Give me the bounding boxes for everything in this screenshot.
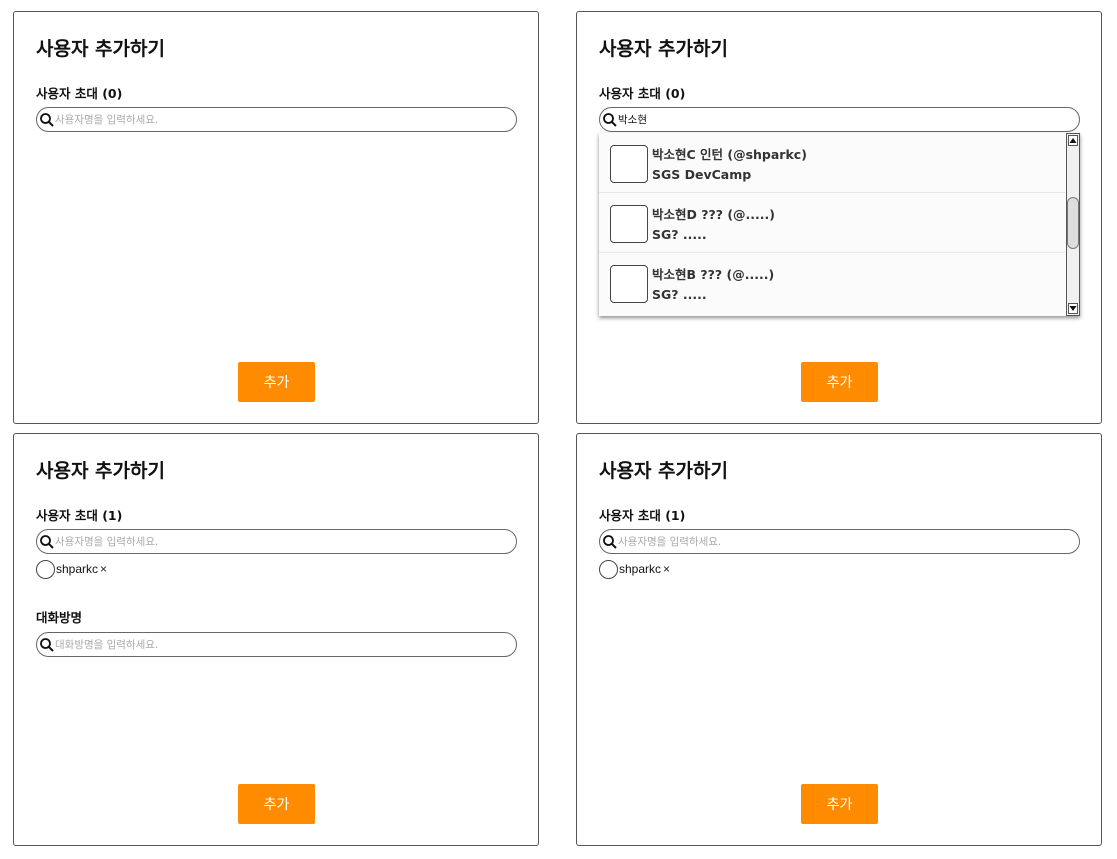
invite-user-label: 사용자 초대 (0) [36,86,123,101]
panel-title: 사용자 추가하기 [599,460,728,482]
selected-user-chip: shparkc × [36,559,107,579]
result-avatar [610,145,648,183]
search-icon [40,638,54,652]
user-search-input[interactable] [55,110,505,129]
user-search-box [36,529,517,554]
room-name-box [36,632,517,657]
invite-user-label: 사용자 초대 (1) [36,508,123,523]
result-name: 박소현B ??? (@.....) [652,267,775,282]
result-org: SG? ..... [652,227,707,242]
user-search-box [599,107,1080,132]
add-user-panel: 사용자 추가하기 사용자 초대 (0) 추가 [13,11,539,424]
search-icon [40,113,54,127]
selected-user-name: shparkc [619,562,662,576]
user-search-input[interactable] [618,532,1068,551]
user-search-box [599,529,1080,554]
search-icon [603,113,617,127]
user-search-box [36,107,517,132]
add-user-panel: 사용자 추가하기 사용자 초대 (0) 박소현C 인턴 (@shparkc) S… [576,11,1102,424]
scroll-up-arrow-icon[interactable] [1068,135,1078,146]
user-search-input[interactable] [55,532,505,551]
panel-title: 사용자 추가하기 [36,460,165,482]
user-search-input[interactable] [618,110,1068,129]
search-results-dropdown: 박소현C 인턴 (@shparkc) SGS DevCamp 박소현D ??? … [599,133,1080,316]
search-result-item[interactable]: 박소현C 인턴 (@shparkc) SGS DevCamp [599,133,1065,193]
avatar [36,559,55,579]
result-avatar [610,265,648,303]
selected-user-name: shparkc [56,562,99,576]
panel-title: 사용자 추가하기 [599,38,728,60]
add-user-panel: 사용자 추가하기 사용자 초대 (1) shparkc × 대화방명 추가 [13,433,539,846]
add-user-panel: 사용자 추가하기 사용자 초대 (1) shparkc × 추가 [576,433,1102,846]
panel-title: 사용자 추가하기 [36,38,165,60]
result-avatar [610,205,648,243]
room-name-input[interactable] [55,635,505,654]
result-name: 박소현D ??? (@.....) [652,207,776,222]
invite-user-label: 사용자 초대 (1) [599,508,686,523]
room-name-label: 대화방명 [36,610,83,625]
result-name: 박소현C 인턴 (@shparkc) [652,147,807,162]
selected-user-chip: shparkc × [599,559,670,579]
scroll-thumb[interactable] [1067,197,1079,249]
result-org: SGS DevCamp [652,167,752,182]
remove-user-icon[interactable]: × [100,562,107,576]
search-result-item[interactable]: 박소현B ??? (@.....) SG? ..... [599,253,1065,313]
results-scrollbar[interactable] [1066,133,1080,316]
add-button[interactable]: 추가 [801,784,878,824]
search-result-item[interactable]: 박소현D ??? (@.....) SG? ..... [599,193,1065,253]
invite-user-label: 사용자 초대 (0) [599,86,686,101]
result-org: SG? ..... [652,287,707,302]
search-icon [40,535,54,549]
remove-user-icon[interactable]: × [663,562,670,576]
add-button[interactable]: 추가 [238,784,315,824]
add-button[interactable]: 추가 [801,362,878,402]
avatar [599,559,618,579]
scroll-down-arrow-icon[interactable] [1068,303,1078,314]
add-button[interactable]: 추가 [238,362,315,402]
search-icon [603,535,617,549]
